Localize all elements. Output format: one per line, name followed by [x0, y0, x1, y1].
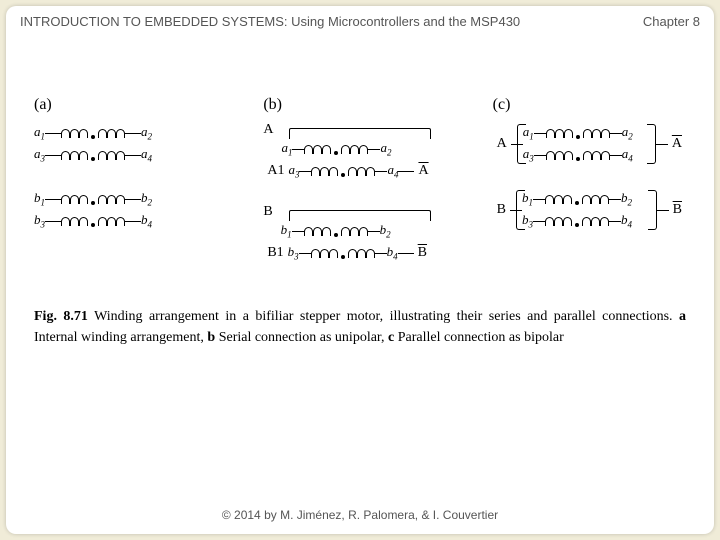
terminal-B-bar: B	[418, 245, 427, 261]
caption-lead: Fig. 8.71	[34, 309, 88, 324]
panel-a-label: (a)	[34, 96, 227, 114]
center-tap-icon	[91, 135, 95, 139]
label-a3: a3	[34, 146, 45, 164]
terminal-A-c: A	[497, 136, 507, 152]
b-phase-b: B B b1 b2 B1 b3	[263, 204, 456, 264]
panel-c-label: (c)	[493, 96, 686, 114]
terminal-A1: A1	[267, 163, 284, 179]
label-a4: a4	[141, 146, 152, 164]
terminal-A: A	[263, 122, 273, 138]
footer-copyright: © 2014 by M. Jiménez, R. Palomera, & I. …	[6, 508, 714, 522]
slide-card: INTRODUCTION TO EMBEDDED SYSTEMS: Using …	[6, 6, 714, 534]
label-a1: a1	[34, 124, 45, 142]
chapter-label: Chapter 8	[643, 14, 700, 29]
a-phase-b: b1 b2 b3 b4	[34, 188, 227, 232]
terminal-B1: B1	[267, 245, 283, 261]
a-phase-a: a1 a2 a3 a4	[34, 122, 227, 166]
label-a2: a2	[141, 124, 152, 142]
figure-caption: Fig. 8.71 Winding arrangement in a bifil…	[34, 306, 686, 348]
terminal-B-bar-c: B	[673, 202, 682, 218]
figure: (a) a1 a2 a3	[34, 96, 686, 348]
terminal-A-bar-c: A	[672, 136, 682, 152]
c-phase-b: B b1 b2	[493, 188, 686, 232]
c-phase-a: A a1 a2	[493, 122, 686, 166]
panel-a: (a) a1 a2 a3	[34, 96, 227, 286]
terminal-B: B	[263, 204, 272, 220]
b-phase-a: A A a1 a2 A1 a3	[263, 122, 456, 182]
book-title: INTRODUCTION TO EMBEDDED SYSTEMS: Using …	[20, 14, 520, 29]
terminal-B-c: B	[497, 202, 506, 218]
header: INTRODUCTION TO EMBEDDED SYSTEMS: Using …	[20, 14, 700, 29]
coil-icon	[61, 129, 88, 138]
panel-b: (b) A A a1 a2 A1 a3	[263, 96, 456, 286]
terminal-A-bar: A	[418, 163, 428, 179]
panel-c: (c) A a1	[493, 96, 686, 286]
panel-b-label: (b)	[263, 96, 456, 114]
